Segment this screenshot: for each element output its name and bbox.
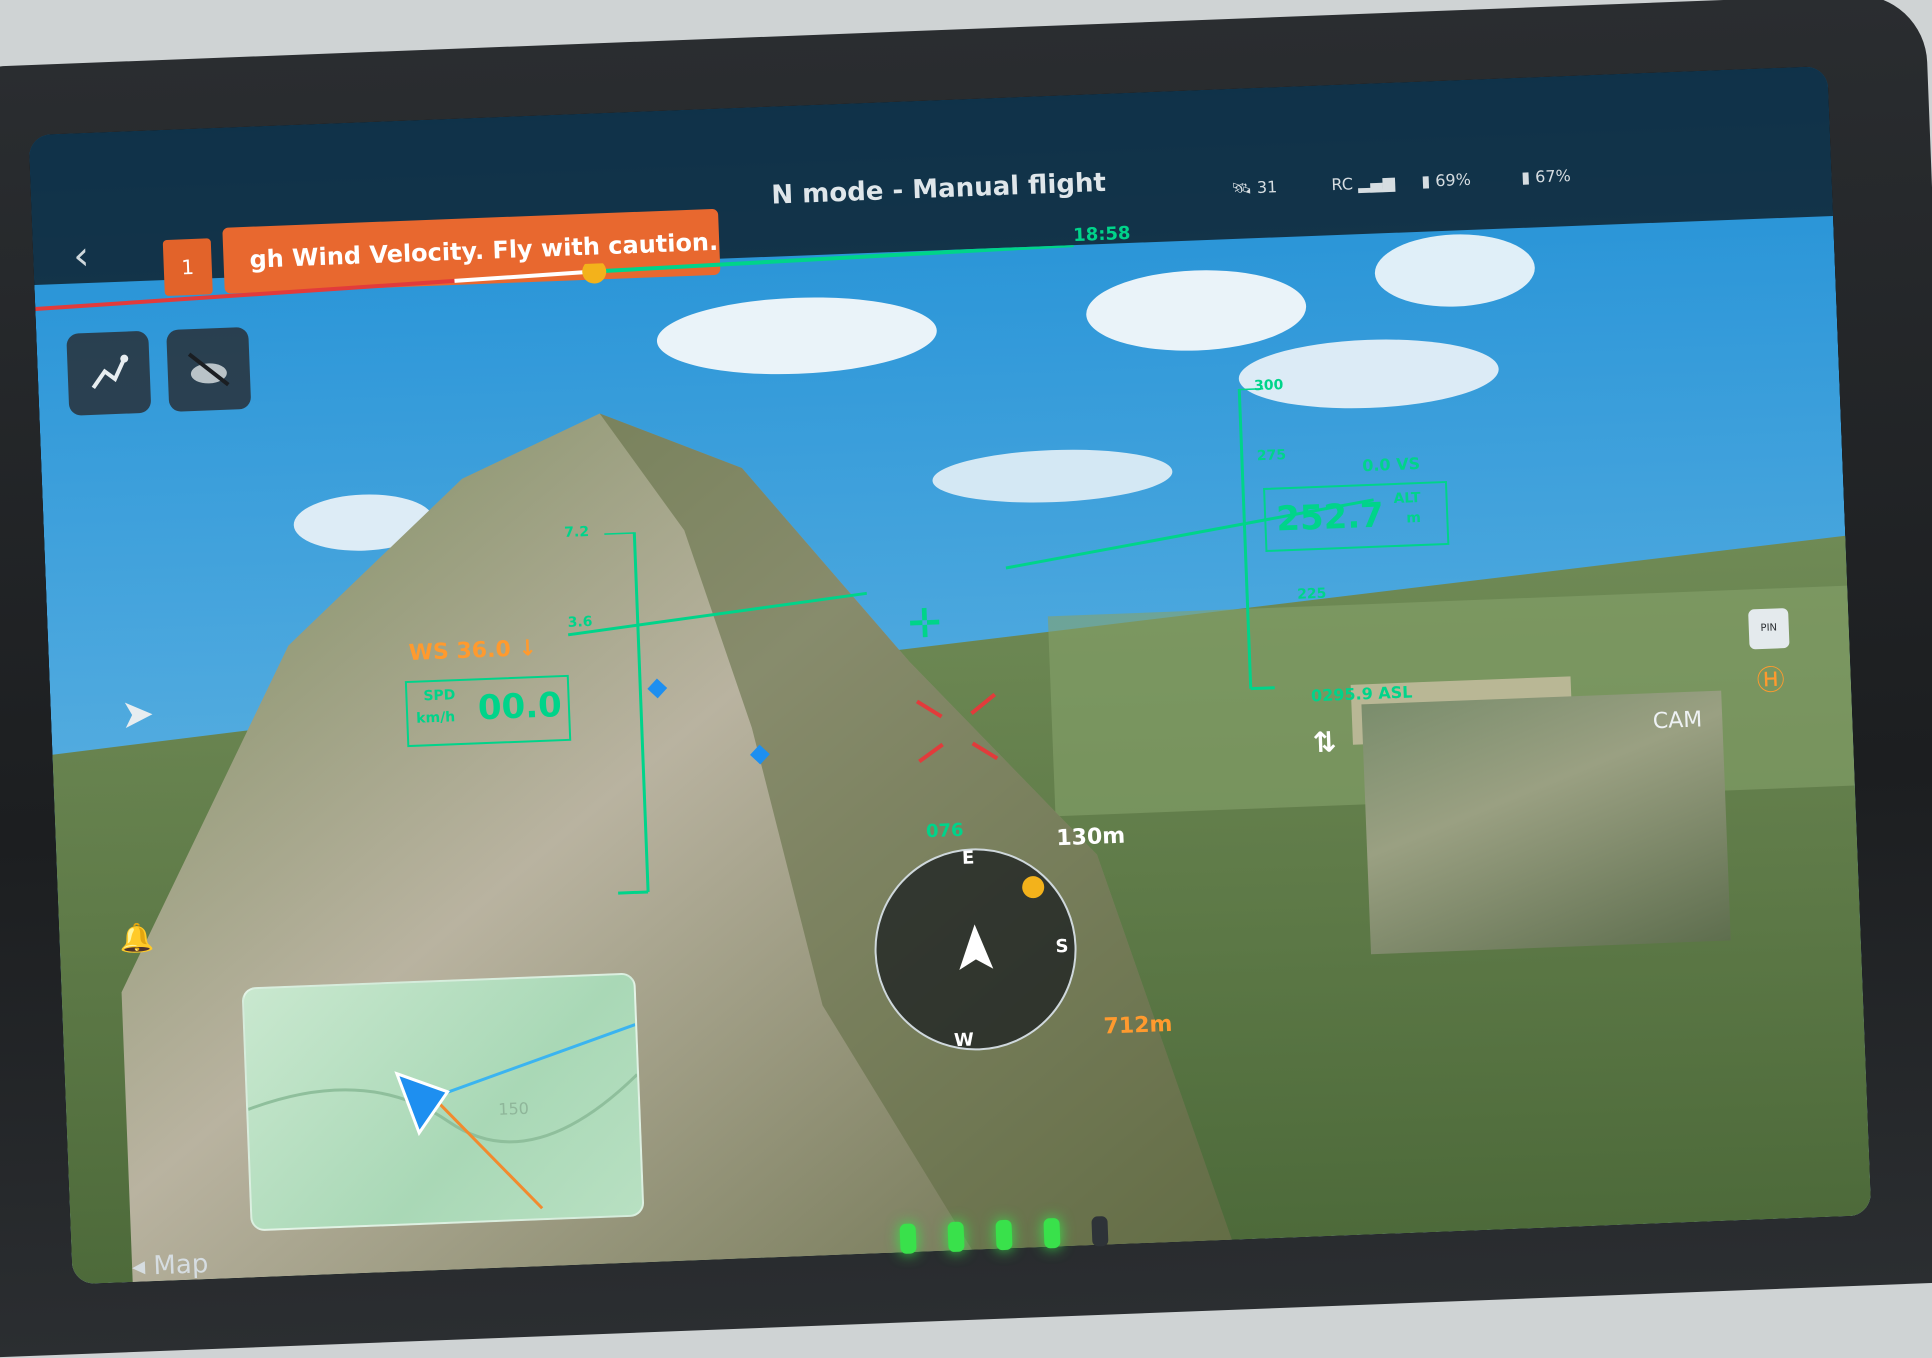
map-contour-label: 150 bbox=[497, 1098, 530, 1119]
battery-light bbox=[899, 1223, 917, 1254]
heading-readout: 076 bbox=[925, 819, 964, 843]
vertical-speed: 0.0 VS bbox=[1361, 453, 1421, 476]
pilot-screen: ‹ 1 gh Wind Velocity. Fly with caution. … bbox=[28, 66, 1872, 1285]
speed-box: SPD km/h 00.0 bbox=[404, 674, 572, 748]
battery-light bbox=[1091, 1216, 1109, 1247]
battery-light bbox=[995, 1219, 1013, 1251]
minimap[interactable]: 150 bbox=[241, 972, 645, 1232]
alert-icon[interactable]: 🔔 bbox=[119, 921, 155, 955]
altitude-value: 252.7 bbox=[1275, 495, 1385, 540]
battery-1: ▮ 69% bbox=[1421, 169, 1472, 191]
compass-south: S bbox=[1055, 935, 1069, 958]
altitude-box: 252.7 ALT m bbox=[1263, 480, 1450, 552]
compass-dial[interactable] bbox=[867, 840, 1085, 1058]
compass-west: W bbox=[953, 1029, 975, 1052]
chevron-left-icon[interactable]: ‹ bbox=[72, 233, 90, 280]
navigation-arrow-icon[interactable]: ➤ bbox=[120, 691, 155, 738]
controller-body: ‹ 1 gh Wind Velocity. Fly with caution. … bbox=[0, 0, 1932, 1358]
satellite-count: 🛰 31 bbox=[1231, 177, 1278, 199]
pip-camera-label: CAM bbox=[1652, 707, 1703, 735]
battery-2: ▮ 67% bbox=[1520, 166, 1572, 187]
battery-light bbox=[1043, 1217, 1061, 1249]
alt-tick-low: 225 bbox=[1296, 585, 1327, 603]
alt-tick-top: 300 bbox=[1253, 377, 1284, 395]
rc-signal: RC ▂▄▆ bbox=[1331, 172, 1396, 195]
aircraft-position-icon bbox=[394, 1071, 450, 1137]
pin-button[interactable]: PIN bbox=[1748, 607, 1790, 650]
compass-east: E bbox=[961, 847, 975, 869]
waypoint-distance: 712m bbox=[1103, 1011, 1173, 1040]
altitude-unit: m bbox=[1406, 510, 1422, 527]
swap-view-icon[interactable]: ⇅ bbox=[1312, 725, 1337, 759]
asl-altitude: 0295.9 ASL bbox=[1310, 682, 1413, 706]
alt-tick-mid: 275 bbox=[1256, 447, 1287, 465]
map-toggle[interactable]: ◂ Map bbox=[132, 1249, 209, 1282]
aircraft-crosshair-icon: ✛ bbox=[907, 600, 943, 648]
speed-value: 00.0 bbox=[477, 685, 563, 729]
battery-light bbox=[947, 1221, 965, 1253]
altitude-label: ALT bbox=[1393, 490, 1421, 508]
route-icon[interactable] bbox=[66, 330, 152, 416]
gimbal-reticle-icon bbox=[915, 692, 999, 764]
home-point-icon[interactable]: Ⓗ bbox=[1756, 658, 1786, 699]
cloud-off-icon[interactable] bbox=[166, 326, 252, 412]
speed-label: SPD bbox=[423, 687, 456, 705]
secondary-camera-view[interactable]: CAM bbox=[1361, 690, 1731, 955]
speed-unit: km/h bbox=[415, 709, 456, 727]
wind-speed: WS 36.0 ↓ bbox=[408, 636, 538, 666]
